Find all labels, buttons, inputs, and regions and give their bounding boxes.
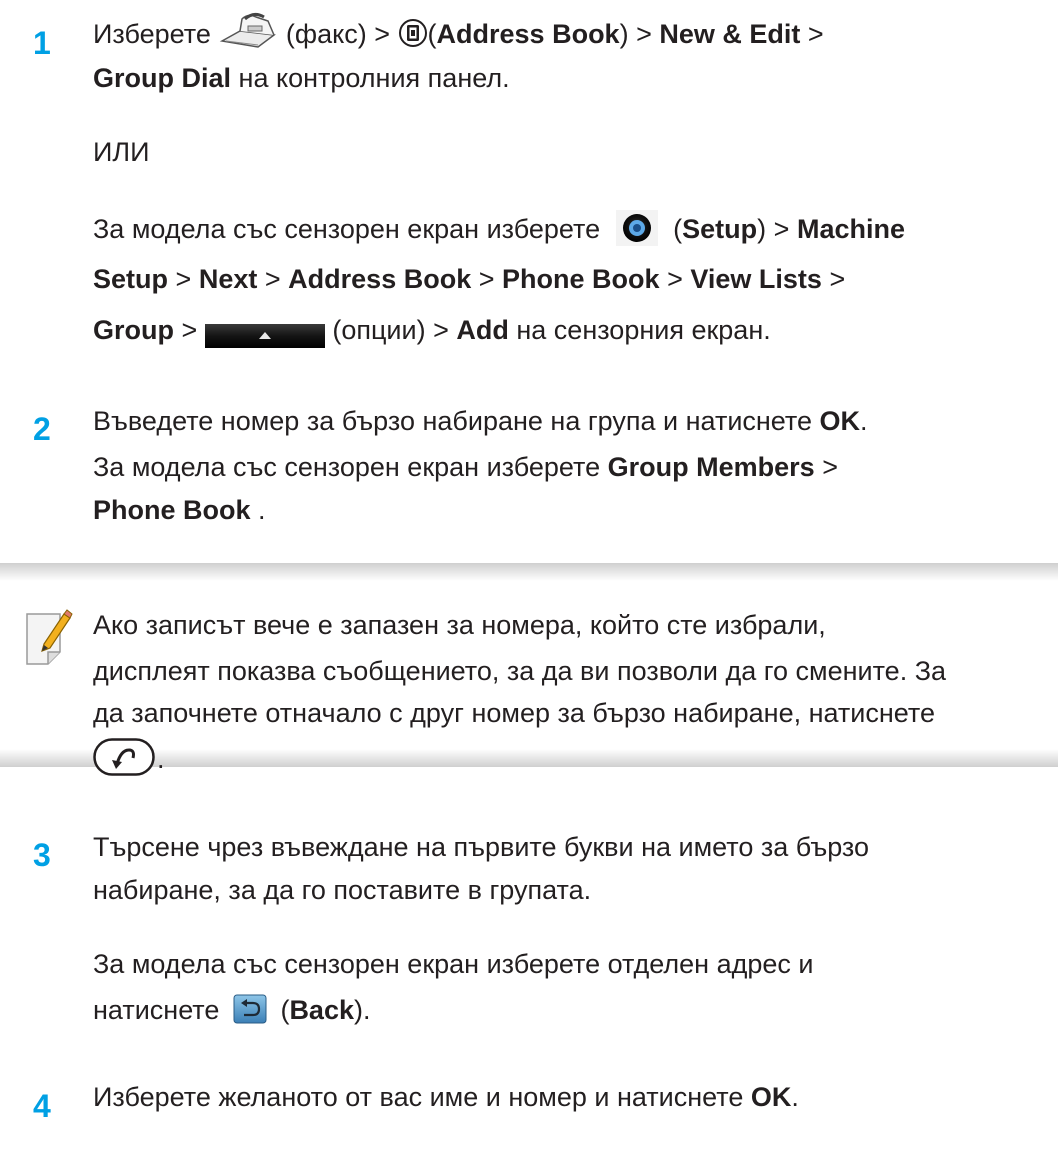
step-3-line-4: натиснете (Back). [93, 994, 371, 1025]
note-line-2: дисплеят показва съобщението, за да ви п… [93, 656, 947, 686]
step-2-line-2: За модела със сензорен екран изберете Gr… [93, 452, 838, 482]
step-number: 2 [33, 411, 51, 447]
fax-icon [218, 11, 278, 53]
step-1-line-4: За модела със сензорен екран изберете (S… [93, 208, 1043, 250]
step-3-line-1: Търсене чрез въвеждане на първите букви … [93, 832, 870, 862]
step-2-line-3: Phone Book . [93, 495, 266, 525]
note-line-1: Ако записът вече е запазен за номера, ко… [93, 610, 826, 640]
step-3-line-2: набиране, за да го поставите в групата. [93, 875, 592, 905]
setup-gear-icon [615, 209, 658, 246]
note-line-4: . [93, 738, 1043, 780]
step-number: 4 [33, 1088, 51, 1124]
step-4-line-1: Изберете желаното от вас име и номер и н… [93, 1082, 799, 1112]
step-1-line-5: Setup > Next > Address Book > Phone Book… [93, 264, 846, 294]
step-1-or: ИЛИ [93, 137, 150, 167]
back-touch-icon [233, 994, 267, 1024]
options-button-icon [204, 318, 325, 348]
back-key-icon [93, 738, 157, 776]
note-line-3: да започнете отначало с друг номер за бъ… [93, 698, 935, 728]
note-pencil-icon [24, 608, 74, 666]
step-2-line-1: Въведете номер за бързо набиране на груп… [93, 406, 868, 436]
step-number: 1 [33, 25, 51, 61]
step-1-line-1: Изберете (факс) > (Address Book) > New &… [93, 11, 1043, 57]
step-1-line-6: Group > (опции) > Add на сензорния екран… [93, 309, 1043, 351]
step-number: 3 [33, 837, 51, 873]
address-book-icon [398, 18, 428, 48]
step-1-line-2: Group Dial на контролния панел. [93, 63, 510, 93]
step-3-line-3: За модела със сензорен екран изберете от… [93, 949, 814, 979]
